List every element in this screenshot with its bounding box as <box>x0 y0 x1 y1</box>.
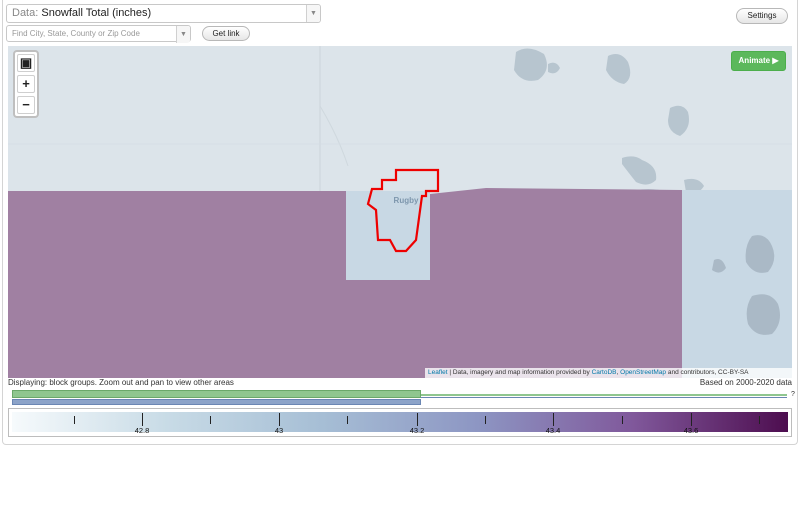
lake-shape <box>548 62 560 74</box>
lake-shape <box>668 105 689 136</box>
osm-link[interactable]: OpenStreetMap <box>620 369 666 376</box>
road-line <box>319 105 349 167</box>
legend-minor-tick <box>74 416 75 424</box>
legend-label: 43 <box>274 426 284 435</box>
timeline-slider[interactable]: ? <box>8 389 795 407</box>
timeline-selection-bar[interactable] <box>12 399 421 405</box>
location-search-placeholder: Find City, State, County or Zip Code <box>12 29 140 38</box>
get-link-button[interactable]: Get link <box>202 26 250 41</box>
fullscreen-icon[interactable]: ▣ <box>17 54 35 72</box>
lake-shape <box>606 54 631 84</box>
displaying-status: Displaying: block groups. Zoom out and p… <box>8 378 234 387</box>
attribution-text: | Data, imagery and map information prov… <box>447 369 592 376</box>
block-group-region <box>8 188 682 378</box>
legend-label: 42.8 <box>134 426 150 435</box>
legend-label: 43.4 <box>545 426 561 435</box>
map-layer: Rugby <box>8 46 792 378</box>
legend-minor-tick <box>622 416 623 424</box>
legend-label: 43.2 <box>409 426 425 435</box>
timeline-marker: ? <box>791 391 795 398</box>
timeline-track <box>421 394 787 396</box>
timeline-track <box>421 397 787 398</box>
animate-button[interactable]: Animate ▶ <box>731 51 786 71</box>
zoom-in-button[interactable]: + <box>17 75 35 93</box>
legend-major-tick <box>417 413 418 426</box>
block-group-region <box>682 190 792 378</box>
cartodb-link[interactable]: CartoDB <box>592 369 617 376</box>
data-select-prefix: Data: <box>12 7 39 19</box>
leaflet-link[interactable]: Leaflet <box>428 369 448 376</box>
lake-shape <box>746 294 780 335</box>
settings-button[interactable]: Settings <box>736 8 788 24</box>
timeline-range-bar[interactable] <box>12 390 421 398</box>
chevron-down-icon[interactable]: ▼ <box>176 26 190 43</box>
legend-minor-tick <box>759 416 760 424</box>
zoom-control: ▣ + − <box>13 50 39 118</box>
legend-major-tick <box>553 413 554 426</box>
lake-shape <box>514 48 547 81</box>
city-label: Rugby <box>394 196 419 205</box>
zoom-out-button[interactable]: − <box>17 96 35 114</box>
legend-gradient <box>12 412 788 432</box>
legend-minor-tick <box>347 416 348 424</box>
lake-shape <box>622 156 657 185</box>
location-search-input[interactable]: Find City, State, County or Zip Code ▼ <box>6 25 191 43</box>
legend-minor-tick <box>485 416 486 424</box>
legend-minor-tick <box>210 416 211 424</box>
data-select[interactable]: Data: Snowfall Total (inches) ▼ <box>6 4 321 23</box>
attribution-text: and contributors, CC-BY-SA <box>666 369 749 376</box>
color-legend: 42.8 43 43.2 43.4 43.6 <box>8 408 792 437</box>
legend-label: 43.6 <box>683 426 699 435</box>
legend-major-tick <box>142 413 143 426</box>
chevron-down-icon[interactable]: ▼ <box>306 5 320 22</box>
data-range-note: Based on 2000-2020 data <box>699 378 792 387</box>
map-attribution: Leaflet | Data, imagery and map informat… <box>425 368 792 378</box>
legend-major-tick <box>691 413 692 426</box>
map-canvas[interactable]: Rugby <box>8 46 792 378</box>
data-select-value: Snowfall Total (inches) <box>41 7 152 19</box>
legend-major-tick <box>279 413 280 426</box>
